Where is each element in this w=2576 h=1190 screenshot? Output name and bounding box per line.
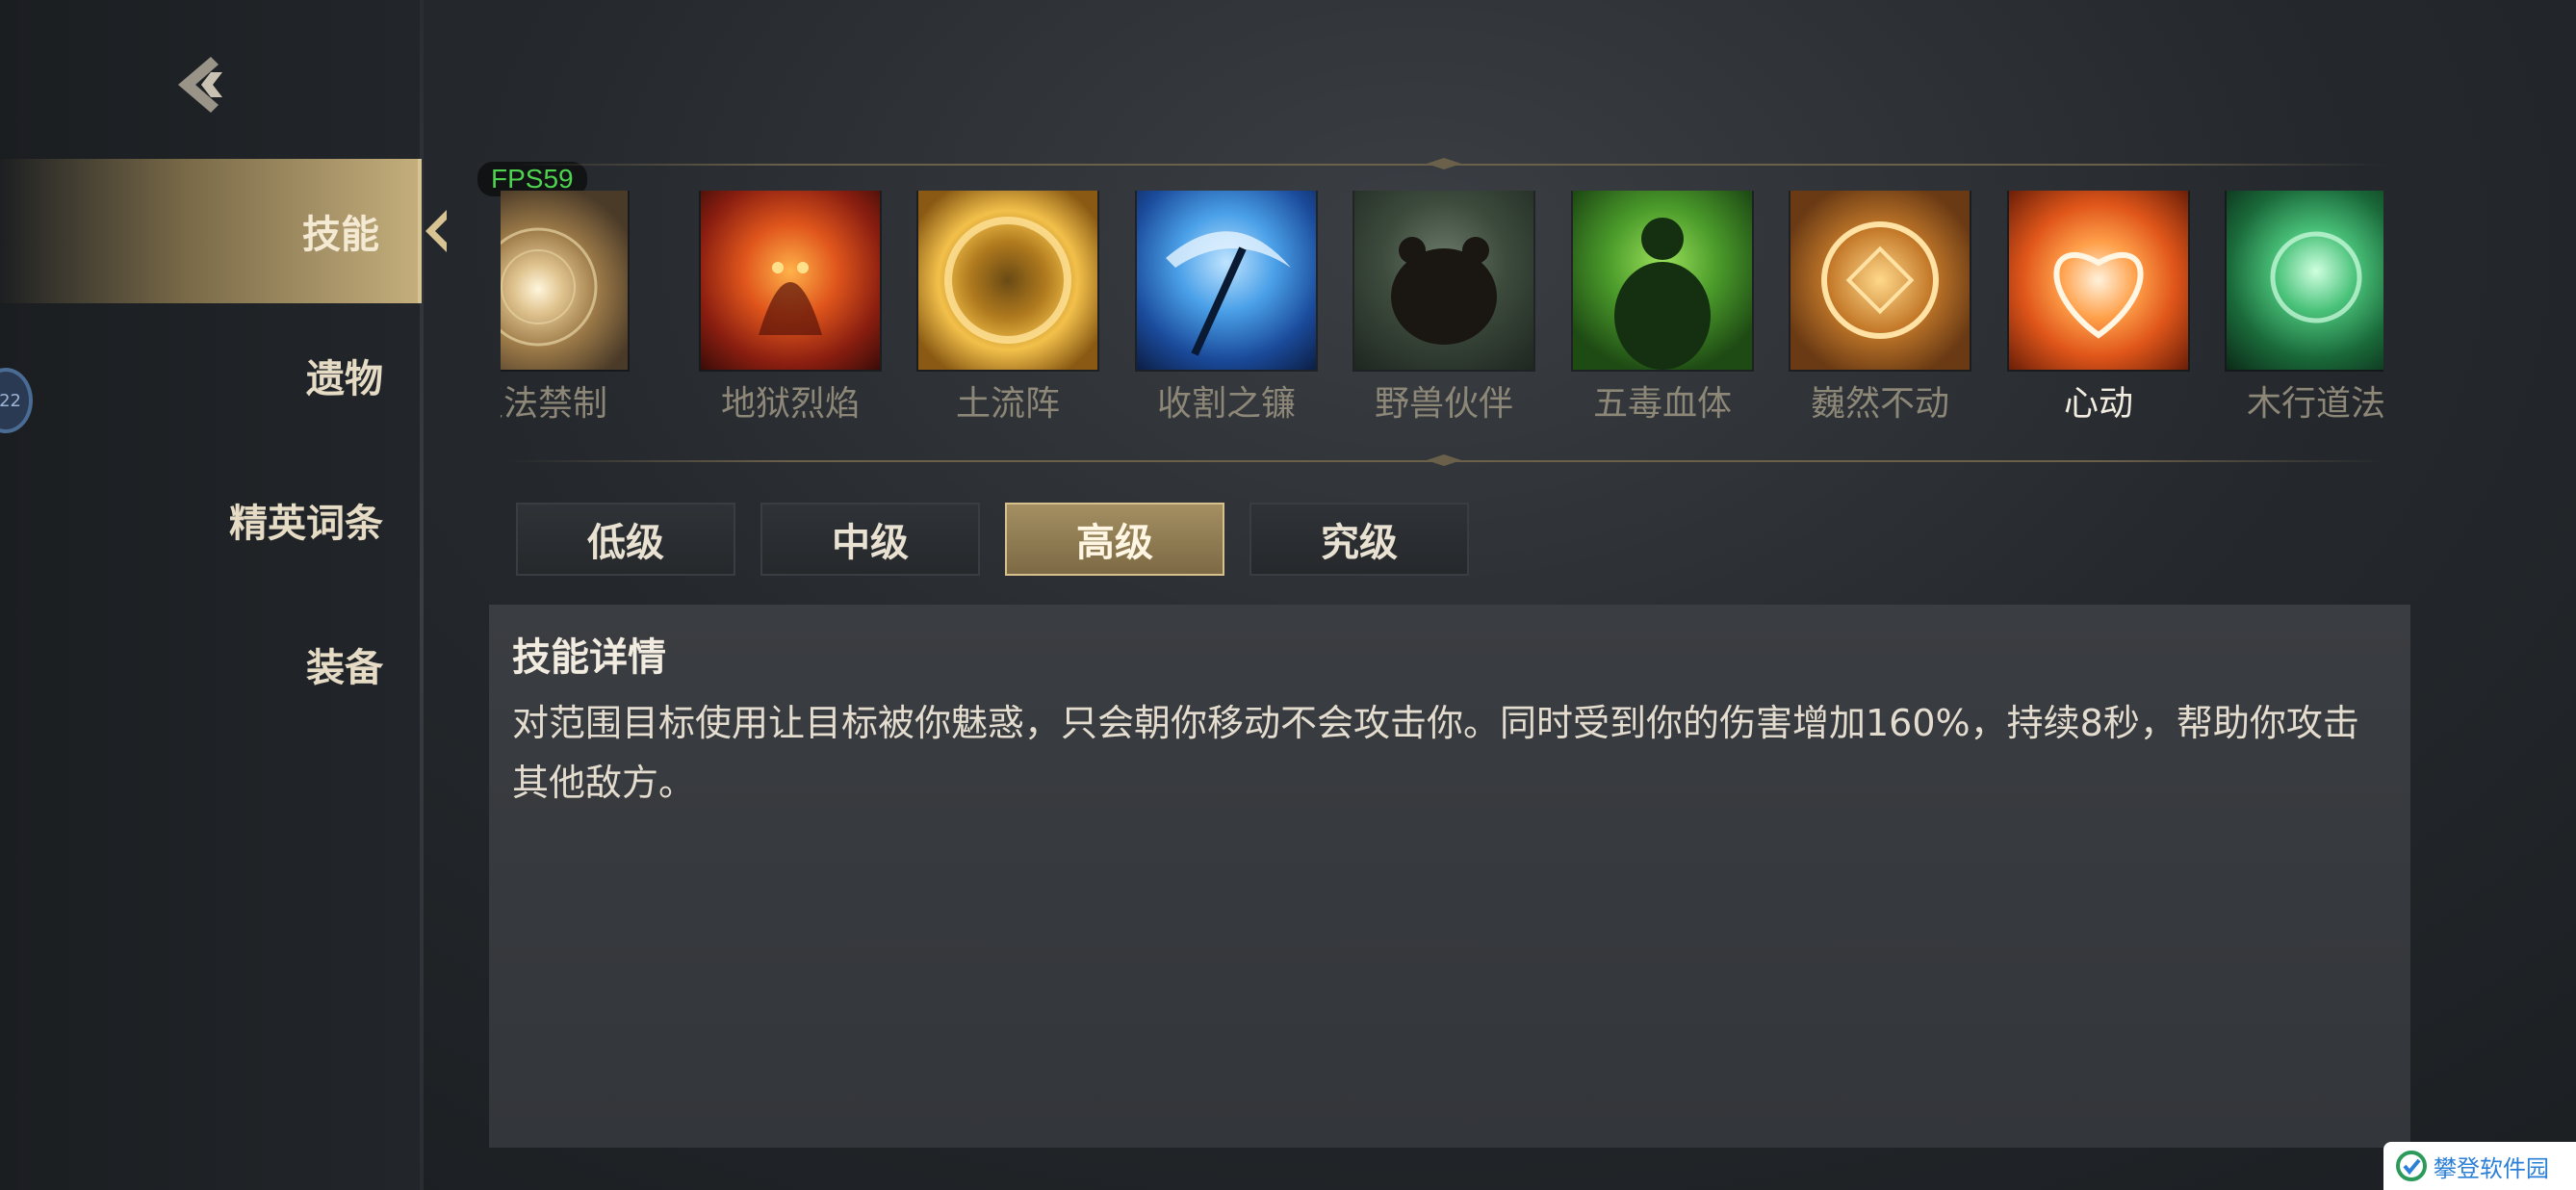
skill-item[interactable]: 灭法禁制 <box>501 191 628 422</box>
tier-tab-low[interactable]: 低级 <box>516 503 735 576</box>
skill-name: 土流阵 <box>955 384 1060 422</box>
watermark: 攀登软件园 <box>2383 1142 2576 1190</box>
golden-shield-icon <box>1790 191 1970 370</box>
tier-tab-mid[interactable]: 中级 <box>760 503 980 576</box>
poison-warrior-icon <box>1573 191 1752 370</box>
fire-demon-icon <box>701 191 880 370</box>
skill-item[interactable]: 巍然不动 <box>1790 191 1970 422</box>
skill-detail-panel: 技能详情 对范围目标使用让目标被你魅惑，只会朝你移动不会攻击你。同时受到你的伤害… <box>489 605 2410 1148</box>
sidebar-item-label: 遗物 <box>306 357 383 401</box>
skill-item[interactable]: 地狱烈焰 <box>701 191 880 422</box>
bear-icon <box>1354 191 1533 370</box>
skill-item-selected[interactable]: 心动 <box>2009 191 2188 422</box>
skill-list[interactable]: 灭法禁制 地狱烈焰 土流阵 收割之镰 野兽伙伴 五毒血体 巍然不 <box>501 191 2383 422</box>
sidebar-item-relics[interactable]: 遗物 <box>0 303 422 448</box>
watermark-text: 攀登软件园 <box>2434 1154 2549 1182</box>
light-burst-icon <box>501 191 628 370</box>
golden-ring-icon <box>918 191 1097 370</box>
skill-name: 心动 <box>2063 384 2133 422</box>
detail-description: 对范围目标使用让目标被你魅惑，只会朝你移动不会攻击你。同时受到你的伤害增加160… <box>512 702 2359 804</box>
sidebar-item-label: 装备 <box>306 646 383 690</box>
checkmark-logo-icon <box>2396 1151 2427 1181</box>
sidebar-item-label: 技能 <box>302 213 379 257</box>
skill-name: 巍然不动 <box>1810 384 1949 422</box>
detail-title: 技能详情 <box>512 635 666 680</box>
back-button[interactable] <box>164 46 241 123</box>
skill-name: 木行道法 <box>2246 384 2383 422</box>
skill-item[interactable]: 土流阵 <box>918 191 1097 422</box>
heart-swirl-icon <box>2009 191 2188 370</box>
skill-name: 灭法禁制 <box>501 384 607 422</box>
back-arrow-icon <box>178 57 222 113</box>
sidebar-item-skills[interactable]: 技能 <box>0 159 447 303</box>
tier-tab-high[interactable]: 高级 <box>1005 503 1224 576</box>
selection-pointer-icon <box>425 210 447 252</box>
ornament-icon <box>1427 158 1461 169</box>
skill-item[interactable]: 野兽伙伴 <box>1354 191 1533 422</box>
skill-item[interactable]: 木行道法 <box>2227 191 2383 422</box>
sidebar-item-label: 精英词条 <box>229 502 383 546</box>
skill-item[interactable]: 收割之镰 <box>1137 191 1316 422</box>
green-vortex-icon <box>2227 191 2383 370</box>
tier-tab-ultimate[interactable]: 究级 <box>1249 503 1469 576</box>
sidebar-item-equipment[interactable]: 装备 <box>0 592 422 737</box>
sidebar-item-elite-affixes[interactable]: 精英词条 <box>0 448 422 592</box>
skill-name: 五毒血体 <box>1592 384 1732 422</box>
skill-name: 收割之镰 <box>1156 384 1296 422</box>
badge-count: 22 <box>0 390 21 411</box>
skill-item[interactable]: 五毒血体 <box>1573 191 1752 422</box>
skill-name: 地狱烈焰 <box>720 384 860 422</box>
ornament-icon <box>1427 454 1461 466</box>
ice-scythe-icon <box>1137 191 1316 370</box>
skill-name: 野兽伙伴 <box>1374 384 1513 422</box>
